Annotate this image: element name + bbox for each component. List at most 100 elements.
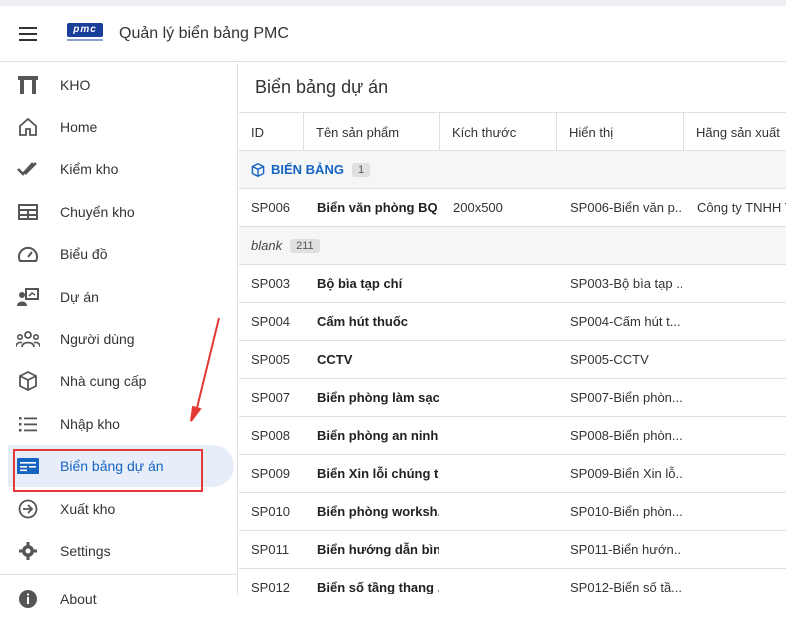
cube-icon xyxy=(251,162,265,177)
hamburger-menu-button[interactable] xyxy=(0,6,56,62)
arrow-circle-icon xyxy=(16,497,40,521)
table-header: ID Tên sản phẩm Kích thước Hiển thị Hãng… xyxy=(239,112,786,151)
sidebar-item-label: Settings xyxy=(60,543,111,559)
sidebar-item-bieu-do[interactable]: Biểu đồ xyxy=(0,233,238,275)
double-check-icon xyxy=(16,157,40,181)
cell-id: SP003 xyxy=(251,276,291,291)
cell-name: Biển phòng worksh... xyxy=(317,504,439,519)
cell-name: Biển Xin lỗi chúng t... xyxy=(317,466,439,481)
annotation-highlight-box xyxy=(13,449,203,492)
column-header-hien-thi[interactable]: Hiển thị xyxy=(557,113,684,151)
cell-name: Cấm hút thuốc xyxy=(317,314,408,329)
sidebar-item-label: Người dùng xyxy=(60,331,135,347)
table-row[interactable]: SP004 Cấm hút thuốc SP004-Cấm hút t... xyxy=(239,303,786,341)
warehouse-icon xyxy=(16,73,40,97)
sidebar-item-nha-cung-cap[interactable]: Nhà cung cấp xyxy=(0,360,238,402)
cell-size: 200x500 xyxy=(453,200,503,215)
sidebar-item-label: Nhập kho xyxy=(60,416,120,432)
sidebar-item-nhap-kho[interactable]: Nhập kho xyxy=(0,403,238,445)
sidebar-item-kiem-kho[interactable]: Kiểm kho xyxy=(0,148,238,190)
table-row[interactable]: SP008 Biển phòng an ninh SP008-Biển phòn… xyxy=(239,417,786,455)
column-header-kich-thuoc[interactable]: Kích thước xyxy=(440,113,557,151)
sidebar-item-chuyen-kho[interactable]: Chuyển kho xyxy=(0,191,238,233)
sidebar-item-label: Xuất kho xyxy=(60,501,116,517)
info-icon xyxy=(16,587,40,611)
sidebar-item-label: Dự án xyxy=(60,289,99,305)
sidebar-item-kho[interactable]: KHO xyxy=(0,64,238,106)
cell-id: SP006 xyxy=(251,200,291,215)
sidebar-item-nguoi-dung[interactable]: Người dùng xyxy=(0,318,238,360)
cell-name: Biển văn phòng BQL xyxy=(317,200,437,215)
app-title: Quản lý biển bảng PMC xyxy=(119,24,289,42)
table-row[interactable]: SP003 Bộ bìa tạp chí SP003-Bộ bìa tạp ..… xyxy=(239,265,786,303)
speedometer-icon xyxy=(16,242,40,266)
cell-id: SP004 xyxy=(251,314,291,329)
pmc-logo: pmc xyxy=(66,22,104,45)
sidebar-item-label: About xyxy=(60,591,97,607)
cell-display: SP009-Biển Xin lỗ... xyxy=(570,466,682,481)
group-count-badge: 1 xyxy=(351,162,371,177)
sidebar: KHO Home Kiểm kho Chuyển kho Biểu đồ Dự … xyxy=(0,63,238,608)
cell-name: Biển hướng dẫn bìn... xyxy=(317,542,439,557)
sidebar-item-label: KHO xyxy=(60,77,91,93)
cell-name: CCTV xyxy=(317,352,353,367)
box-icon xyxy=(16,369,40,393)
hamburger-icon xyxy=(19,26,37,41)
group-name: BIẾN BẢNG xyxy=(271,162,344,177)
table-row[interactable]: SP011 Biển hướng dẫn bìn... SP011-Biển h… xyxy=(239,531,786,569)
sidebar-item-about[interactable]: About xyxy=(0,578,238,620)
sidebar-item-settings[interactable]: Settings xyxy=(0,530,238,572)
sidebar-item-home[interactable]: Home xyxy=(0,106,238,148)
column-header-ten-san-pham[interactable]: Tên sản phẩm xyxy=(304,113,440,151)
list-icon xyxy=(16,412,40,436)
column-header-hang-san-xuat[interactable]: Hãng sản xuất xyxy=(684,113,786,151)
cell-name: Biển phòng an ninh xyxy=(317,428,439,443)
sidebar-item-label: Nhà cung cấp xyxy=(60,373,147,389)
table-row[interactable]: SP012 Biển số tầng thang ... SP012-Biển … xyxy=(239,569,786,594)
sidebar-item-label: Chuyển kho xyxy=(60,204,135,220)
cell-display: SP003-Bộ bìa tạp ... xyxy=(570,276,682,291)
presenter-icon xyxy=(16,285,40,309)
cell-display: SP008-Biển phòn... xyxy=(570,428,682,443)
gear-icon xyxy=(16,539,40,563)
home-icon xyxy=(16,115,40,139)
table-row[interactable]: SP007 Biển phòng làm sạch SP007-Biển phò… xyxy=(239,379,786,417)
group-row-blank[interactable]: blank 211 xyxy=(239,227,786,265)
cell-id: SP009 xyxy=(251,466,291,481)
cell-display: SP012-Biển số tầ... xyxy=(570,580,682,594)
sidebar-item-du-an[interactable]: Dự án xyxy=(0,276,238,318)
cell-display: SP005-CCTV xyxy=(570,352,649,367)
cell-maker: Công ty TNHH T xyxy=(697,200,786,215)
cell-display: SP010-Biển phòn... xyxy=(570,504,682,519)
cell-id: SP005 xyxy=(251,352,291,367)
cell-id: SP012 xyxy=(251,580,291,594)
cell-display: SP004-Cấm hút t... xyxy=(570,314,681,329)
group-row-bien-bang[interactable]: BIẾN BẢNG 1 xyxy=(239,151,786,189)
cell-id: SP007 xyxy=(251,390,291,405)
table-row[interactable]: SP009 Biển Xin lỗi chúng t... SP009-Biển… xyxy=(239,455,786,493)
column-header-id[interactable]: ID xyxy=(239,113,304,151)
sidebar-divider xyxy=(0,574,238,575)
sidebar-item-label: Biểu đồ xyxy=(60,246,108,262)
sidebar-item-xuat-kho[interactable]: Xuất kho xyxy=(0,488,238,530)
table-icon xyxy=(16,200,40,224)
group-name: blank xyxy=(251,238,283,253)
page-title: Biển bảng dự án xyxy=(255,77,389,97)
cell-id: SP010 xyxy=(251,504,291,519)
table-row[interactable]: SP006 Biển văn phòng BQL 200x500 SP006-B… xyxy=(239,189,786,227)
cell-display: SP011-Biển hướn... xyxy=(570,542,682,557)
cell-name: Bộ bìa tạp chí xyxy=(317,276,403,291)
cell-name: Biển phòng làm sạch xyxy=(317,390,439,405)
table-row[interactable]: SP005 CCTV SP005-CCTV xyxy=(239,341,786,379)
sidebar-item-label: Kiểm kho xyxy=(60,161,119,177)
people-icon xyxy=(16,327,40,351)
cell-name: Biển số tầng thang ... xyxy=(317,580,439,594)
cell-display: SP007-Biển phòn... xyxy=(570,390,682,405)
cell-id: SP011 xyxy=(251,542,290,557)
main-content: Biển bảng dự án ID Tên sản phẩm Kích thư… xyxy=(239,63,786,594)
app-bar: pmc Quản lý biển bảng PMC xyxy=(0,6,786,62)
cell-id: SP008 xyxy=(251,428,291,443)
table-row[interactable]: SP010 Biển phòng worksh... SP010-Biển ph… xyxy=(239,493,786,531)
group-count-badge: 211 xyxy=(290,238,320,253)
sidebar-item-label: Home xyxy=(60,119,98,135)
